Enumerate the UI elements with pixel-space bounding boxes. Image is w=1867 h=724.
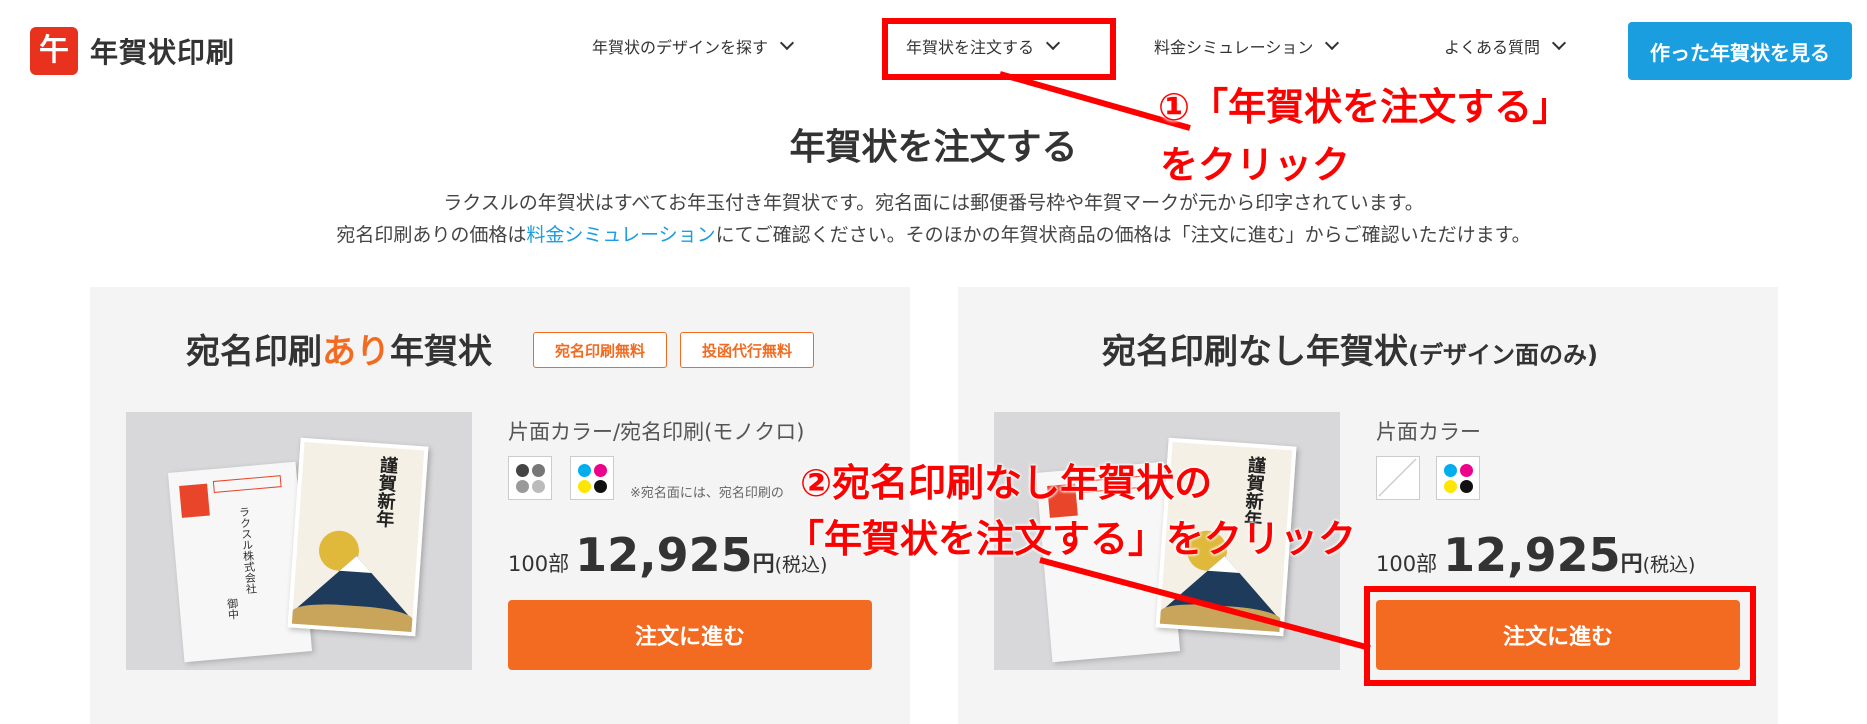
- highlight-box-nav-order: [882, 18, 1116, 80]
- annotation-step2-line1: ②宛名印刷なし年賀状の: [800, 461, 1213, 505]
- highlight-box-order-button: [1364, 586, 1756, 686]
- annotation-step2-line2: 「年賀状を注文する」をクリック: [786, 517, 1357, 561]
- annotation-step1-line2: をクリック: [1160, 143, 1351, 187]
- annotation-step1-line1: ①「年賀状を注文する」: [1158, 85, 1571, 129]
